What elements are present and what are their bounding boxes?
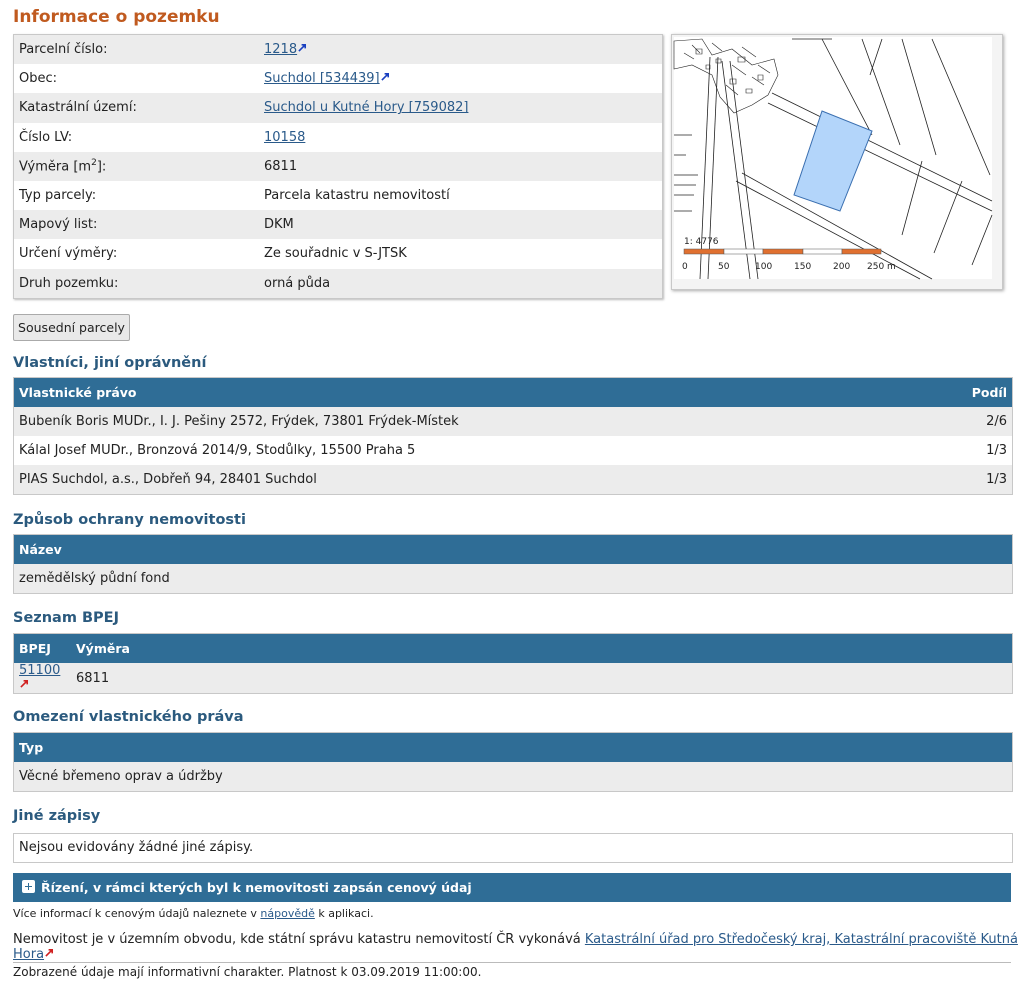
- restriction-value: Věcné břemeno oprav a údržby: [14, 762, 1012, 791]
- info-label: Mapový list:: [14, 210, 259, 240]
- cadastral-area-link[interactable]: Suchdol u Kutné Hory [759082]: [264, 100, 468, 115]
- land-type-value: orná půda: [259, 268, 662, 298]
- owner-name: Kálal Josef MUDr., Bronzová 2014/9, Stod…: [19, 443, 416, 458]
- price-proceedings-toggle[interactable]: Řízení, v rámci kterých byl k nemovitost…: [13, 873, 1011, 902]
- cadastral-office-note: Nemovitost je v územním obvodu, kde stát…: [13, 932, 1024, 962]
- info-row-municipality: Obec: Suchdol [534439]: [14, 64, 662, 93]
- owner-share: 2/6: [920, 407, 1012, 436]
- table-row: Kálal Josef MUDr., Bronzová 2014/9, Stod…: [14, 436, 1012, 465]
- price-note-after: k aplikaci.: [314, 907, 374, 920]
- protection-heading: Způsob ochrany nemovitosti: [13, 512, 246, 528]
- parcel-number-link[interactable]: 1218: [264, 42, 297, 57]
- protection-table: Název zemědělský půdní fond: [13, 534, 1013, 594]
- table-row: 51100 6811: [14, 663, 1012, 693]
- col-owner-header: Vlastnické právo: [14, 378, 921, 407]
- parcel-map[interactable]: 1: 4776 0 50 100 150 200 250 m: [671, 34, 1003, 290]
- col-name-header: Název: [14, 535, 1012, 564]
- other-records-box: Nejsou evidovány žádné jiné zápisy.: [13, 833, 1013, 863]
- col-share-header: Podíl: [920, 378, 1012, 407]
- price-proceedings-label: Řízení, v rámci kterých byl k nemovitost…: [41, 880, 472, 895]
- owners-heading: Vlastníci, jiní oprávnění: [13, 355, 207, 371]
- info-row-parcel-type: Typ parcely: Parcela katastru nemovitost…: [14, 181, 662, 210]
- price-note-before: Více informací k cenovým údajů naleznete…: [13, 907, 261, 920]
- scale-label: 250 m: [867, 262, 896, 272]
- other-records-heading: Jiné zápisy: [13, 808, 101, 824]
- info-label: Určení výměry:: [19, 246, 118, 262]
- table-row: Bubeník Boris MUDr., I. J. Pešiny 2572, …: [14, 407, 1012, 436]
- info-row-map-sheet: Mapový list: DKM: [14, 210, 662, 240]
- info-label: Číslo LV:: [19, 129, 73, 145]
- owner-share: 1/3: [986, 443, 1007, 458]
- scale-label: 200: [833, 262, 850, 272]
- help-link[interactable]: nápovědě: [260, 907, 314, 920]
- external-link-icon[interactable]: [380, 72, 390, 81]
- info-row-parcel-number: Parcelní číslo: 1218: [14, 35, 662, 65]
- footer-divider: [13, 962, 1011, 963]
- area-value: 6811: [259, 151, 662, 181]
- scale-label: 0: [682, 262, 688, 272]
- info-row-area-determination: Určení výměry: Ze souřadnic v S-JTSK: [14, 239, 662, 268]
- restrictions-heading: Omezení vlastnického práva: [13, 709, 244, 725]
- parcel-info-panel: Parcelní číslo: 1218 Obec: Suchdol [5344…: [13, 34, 663, 299]
- bpej-area: 6811: [71, 663, 1012, 693]
- scale-ratio: 1: 4776: [684, 237, 719, 247]
- scale-label: 100: [755, 262, 772, 272]
- validity-note: Zobrazené údaje mají informativní charak…: [13, 965, 482, 979]
- owner-name: PIAS Suchdol, a.s., Dobřeň 94, 28401 Suc…: [14, 465, 921, 494]
- map-canvas[interactable]: 1: 4776 0 50 100 150 200 250 m: [672, 35, 1002, 289]
- info-label: Katastrální území:: [14, 93, 259, 123]
- protection-value: zemědělský půdní fond: [14, 564, 1012, 593]
- info-row-cadastral-area: Katastrální území: Suchdol u Kutné Hory …: [14, 93, 662, 123]
- info-row-land-type: Druh pozemku: orná půda: [14, 268, 662, 298]
- price-help-note: Více informací k cenovým údajů naleznete…: [13, 907, 374, 920]
- area-determination-value: Ze souřadnic v S-JTSK: [264, 246, 407, 262]
- col-type-header: Typ: [14, 733, 1012, 762]
- owner-share: 1/3: [920, 465, 1012, 494]
- info-label: Obec:: [19, 71, 58, 87]
- area-label-suffix: ]:: [96, 159, 107, 175]
- external-link-icon[interactable]: [298, 43, 307, 52]
- bpej-table: BPEJ Výměra 51100 6811: [13, 633, 1013, 694]
- info-row-lv-number: Číslo LV: 10158: [14, 123, 662, 152]
- external-link-icon[interactable]: [45, 948, 54, 957]
- bpej-heading: Seznam BPEJ: [13, 610, 119, 626]
- parcel-type-value: Parcela katastru nemovitostí: [264, 188, 450, 204]
- col-area-header: Výměra: [71, 634, 1012, 663]
- table-row: zemědělský půdní fond: [14, 564, 1012, 593]
- page-title: Informace o pozemku: [13, 7, 220, 27]
- col-bpej-header: BPEJ: [14, 634, 71, 663]
- neighbor-parcels-button[interactable]: Sousední parcely: [13, 314, 130, 341]
- expand-plus-icon[interactable]: [22, 880, 35, 893]
- bpej-code-link[interactable]: 51100: [19, 663, 60, 678]
- info-label: Výměra [m2]:: [14, 151, 259, 181]
- owners-table: Vlastnické právo Podíl Bubeník Boris MUD…: [13, 377, 1013, 495]
- info-row-area: Výměra [m2]: 6811: [14, 151, 662, 181]
- table-row: Věcné břemeno oprav a údržby: [14, 762, 1012, 791]
- restrictions-table: Typ Věcné břemeno oprav a údržby: [13, 732, 1013, 792]
- info-label: Parcelní číslo:: [14, 35, 259, 65]
- owner-name: Bubeník Boris MUDr., I. J. Pešiny 2572, …: [14, 407, 921, 436]
- municipality-link[interactable]: Suchdol [534439]: [264, 71, 380, 86]
- scale-label: 150: [794, 262, 811, 272]
- lv-number-link[interactable]: 10158: [264, 130, 305, 145]
- table-row: PIAS Suchdol, a.s., Dobřeň 94, 28401 Suc…: [14, 465, 1012, 494]
- office-text: Nemovitost je v územním obvodu, kde stát…: [13, 932, 585, 947]
- area-label-prefix: Výměra [m: [19, 159, 92, 175]
- info-label: Typ parcely:: [19, 188, 97, 204]
- info-label: Druh pozemku:: [14, 268, 259, 298]
- scale-label: 50: [718, 262, 730, 272]
- parcel-info-table: Parcelní číslo: 1218 Obec: Suchdol [5344…: [14, 35, 662, 298]
- page: Informace o pozemku Parcelní číslo: 1218…: [0, 0, 1024, 990]
- external-link-icon[interactable]: [20, 679, 29, 688]
- map-sheet-value: DKM: [259, 210, 662, 240]
